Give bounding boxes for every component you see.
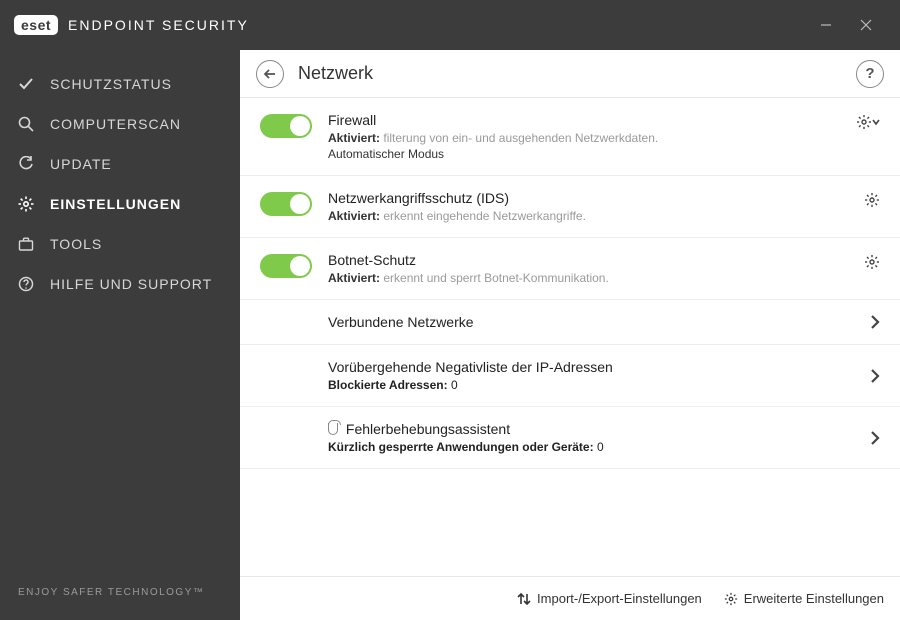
shield-icon (328, 423, 338, 435)
content-footer: Import-/Export-Einstellungen Erweiterte … (240, 576, 900, 620)
refresh-icon (18, 156, 38, 172)
content-area: Netzwerk ? Firewall Aktiviert: (240, 50, 900, 620)
setting-title: Netzwerkangriffsschutz (IDS) (328, 190, 840, 206)
sidebar-item-label: TOOLS (50, 236, 102, 252)
sidebar-item-label: SCHUTZSTATUS (50, 76, 172, 92)
check-icon (18, 76, 38, 92)
briefcase-icon (18, 236, 38, 252)
navrow-ip-blacklist[interactable]: Vorübergehende Negativliste der IP-Adres… (240, 345, 900, 407)
sidebar: SCHUTZSTATUS COMPUTERSCAN UPDATE (0, 50, 240, 620)
setting-title: Firewall (328, 112, 840, 128)
gear-icon (724, 592, 738, 606)
sidebar-item-tools[interactable]: TOOLS (0, 224, 240, 264)
close-icon (860, 19, 872, 31)
arrow-left-icon (263, 67, 277, 81)
sidebar-item-label: HILFE UND SUPPORT (50, 276, 212, 292)
chevron-right-icon (870, 430, 880, 446)
setting-row-firewall: Firewall Aktiviert: filterung von ein- u… (240, 98, 900, 176)
sidebar-nav: SCHUTZSTATUS COMPUTERSCAN UPDATE (0, 50, 240, 571)
gear-button[interactable] (864, 254, 880, 270)
chevron-right-icon (870, 314, 880, 330)
sidebar-item-help[interactable]: HILFE UND SUPPORT (0, 264, 240, 304)
gear-button[interactable] (864, 192, 880, 208)
gear-icon (18, 196, 38, 212)
navrow-title: Vorübergehende Negativliste der IP-Adres… (328, 359, 870, 375)
question-icon: ? (865, 65, 874, 82)
sidebar-item-scan[interactable]: COMPUTERSCAN (0, 104, 240, 144)
app-window: eset ENDPOINT SECURITY SCHUTZSTATUS (0, 0, 900, 620)
navrow-title: Fehlerbehebungsassistent (328, 421, 870, 437)
setting-title: Botnet-Schutz (328, 252, 840, 268)
page-title: Netzwerk (298, 63, 373, 84)
navrow-subtitle: Blockierte Adressen: 0 (328, 378, 870, 392)
navrow-subtitle: Kürzlich gesperrte Anwendungen oder Gerä… (328, 440, 870, 454)
navrow-title: Verbundene Netzwerke (328, 314, 870, 330)
import-export-link[interactable]: Import-/Export-Einstellungen (517, 591, 702, 606)
gear-icon (864, 254, 880, 270)
sidebar-item-settings[interactable]: EINSTELLUNGEN (0, 184, 240, 224)
sidebar-item-update[interactable]: UPDATE (0, 144, 240, 184)
setting-row-botnet: Botnet-Schutz Aktiviert: erkennt und spe… (240, 238, 900, 300)
back-button[interactable] (256, 60, 284, 88)
page-header: Netzwerk ? (240, 50, 900, 98)
titlebar: eset ENDPOINT SECURITY (0, 0, 900, 50)
sidebar-footer-text: ENJOY SAFER TECHNOLOGY™ (0, 571, 240, 620)
sidebar-item-label: COMPUTERSCAN (50, 116, 181, 132)
close-button[interactable] (846, 5, 886, 45)
setting-subtitle: Aktiviert: filterung von ein- und ausgeh… (328, 131, 840, 145)
help-icon (18, 276, 38, 292)
toggle-botnet[interactable] (260, 254, 312, 278)
footer-link-label: Import-/Export-Einstellungen (537, 591, 702, 606)
setting-row-ids: Netzwerkangriffsschutz (IDS) Aktiviert: … (240, 176, 900, 238)
import-export-icon (517, 592, 531, 606)
sidebar-item-label: UPDATE (50, 156, 112, 172)
toggle-ids[interactable] (260, 192, 312, 216)
advanced-settings-link[interactable]: Erweiterte Einstellungen (724, 591, 884, 606)
product-name: ENDPOINT SECURITY (68, 17, 249, 33)
gear-chevron-icon (856, 114, 880, 130)
chevron-right-icon (870, 368, 880, 384)
minimize-button[interactable] (806, 5, 846, 45)
sidebar-item-status[interactable]: SCHUTZSTATUS (0, 64, 240, 104)
setting-subtitle: Aktiviert: erkennt und sperrt Botnet-Kom… (328, 271, 840, 285)
gear-icon (864, 192, 880, 208)
help-button[interactable]: ? (856, 60, 884, 88)
footer-link-label: Erweiterte Einstellungen (744, 591, 884, 606)
navrow-connected-networks[interactable]: Verbundene Netzwerke (240, 300, 900, 345)
toggle-firewall[interactable] (260, 114, 312, 138)
setting-mode: Automatischer Modus (328, 147, 840, 161)
settings-list: Firewall Aktiviert: filterung von ein- u… (240, 98, 900, 576)
gear-dropdown-button[interactable] (856, 114, 880, 130)
sidebar-item-label: EINSTELLUNGEN (50, 196, 181, 212)
logo-badge: eset (14, 15, 58, 35)
setting-subtitle: Aktiviert: erkennt eingehende Netzwerkan… (328, 209, 840, 223)
navrow-troubleshoot[interactable]: Fehlerbehebungsassistent Kürzlich gesper… (240, 407, 900, 469)
search-icon (18, 116, 38, 132)
minimize-icon (820, 19, 832, 31)
